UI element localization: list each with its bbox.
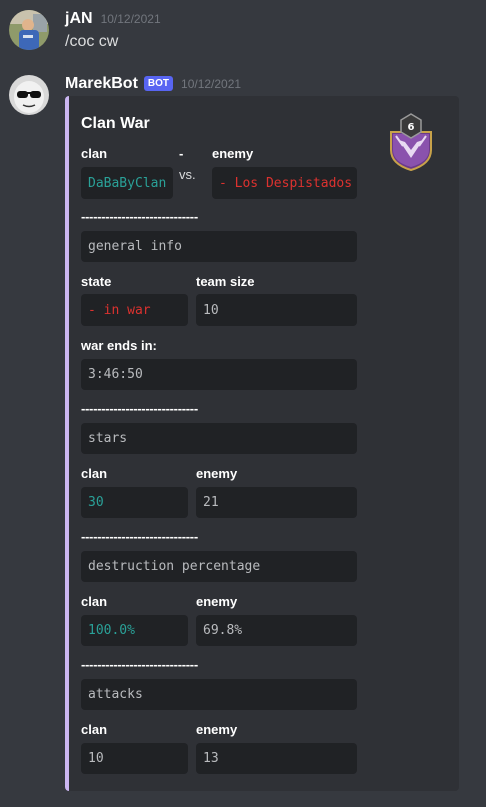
separator: ----------------------------- <box>81 657 198 672</box>
enemy-name: - Los Despistados <box>212 167 357 199</box>
attacks-enemy-label: enemy <box>196 722 238 737</box>
separator: ----------------------------- <box>81 401 198 416</box>
destruction-clan-label: clan <box>81 594 108 609</box>
bot-avatar-icon <box>9 75 49 115</box>
vs-label: vs. <box>179 167 196 182</box>
clan-war-embed: Clan War 6 clan - enemy DaBaByClan vs. -… <box>65 96 459 791</box>
destruction-clan-value: 100.0% <box>81 615 188 646</box>
username[interactable]: jAN 10/12/2021 <box>65 10 161 28</box>
war-ends-value: 3:46:50 <box>81 359 357 390</box>
bot-avatar[interactable] <box>9 75 49 115</box>
user-avatar[interactable] <box>9 10 49 50</box>
section-attacks: attacks <box>81 679 357 710</box>
section-destruction: destruction percentage <box>81 551 357 582</box>
team-size-label: team size <box>196 274 255 289</box>
attacks-clan-label: clan <box>81 722 108 737</box>
stars-clan-value: 30 <box>81 487 188 518</box>
stars-clan-label: clan <box>81 466 108 481</box>
clan-name: DaBaByClan <box>81 167 173 199</box>
clan-level: 6 <box>408 122 415 133</box>
middle-label: - <box>179 146 184 161</box>
user-avatar-icon <box>9 10 49 50</box>
embed-title: Clan War <box>81 115 150 132</box>
separator: ----------------------------- <box>81 529 198 544</box>
state-label: state <box>81 274 112 289</box>
team-size-value: 10 <box>196 294 357 326</box>
stars-enemy-label: enemy <box>196 466 238 481</box>
message-content: /coc cw <box>65 33 119 50</box>
message-jan: jAN 10/12/2021 /coc cw <box>0 0 486 70</box>
separator: ----------------------------- <box>81 209 198 224</box>
timestamp: 10/12/2021 <box>181 77 242 91</box>
stars-enemy-value: 21 <box>196 487 357 518</box>
clan-badge-icon[interactable]: 6 <box>387 112 435 172</box>
war-ends-label: war ends in: <box>81 338 157 353</box>
attacks-enemy-value: 13 <box>196 743 357 774</box>
state-value: - in war <box>81 294 188 326</box>
section-general-info: general info <box>81 231 357 262</box>
destruction-enemy-value: 69.8% <box>196 615 357 646</box>
bot-badge: BOT <box>143 76 174 91</box>
attacks-clan-value: 10 <box>81 743 188 774</box>
username[interactable]: MarekBot BOT 10/12/2021 <box>65 75 241 93</box>
timestamp: 10/12/2021 <box>100 12 161 26</box>
section-stars: stars <box>81 423 357 454</box>
clan-label: clan <box>81 146 108 161</box>
destruction-enemy-label: enemy <box>196 594 238 609</box>
enemy-label: enemy <box>212 146 254 161</box>
